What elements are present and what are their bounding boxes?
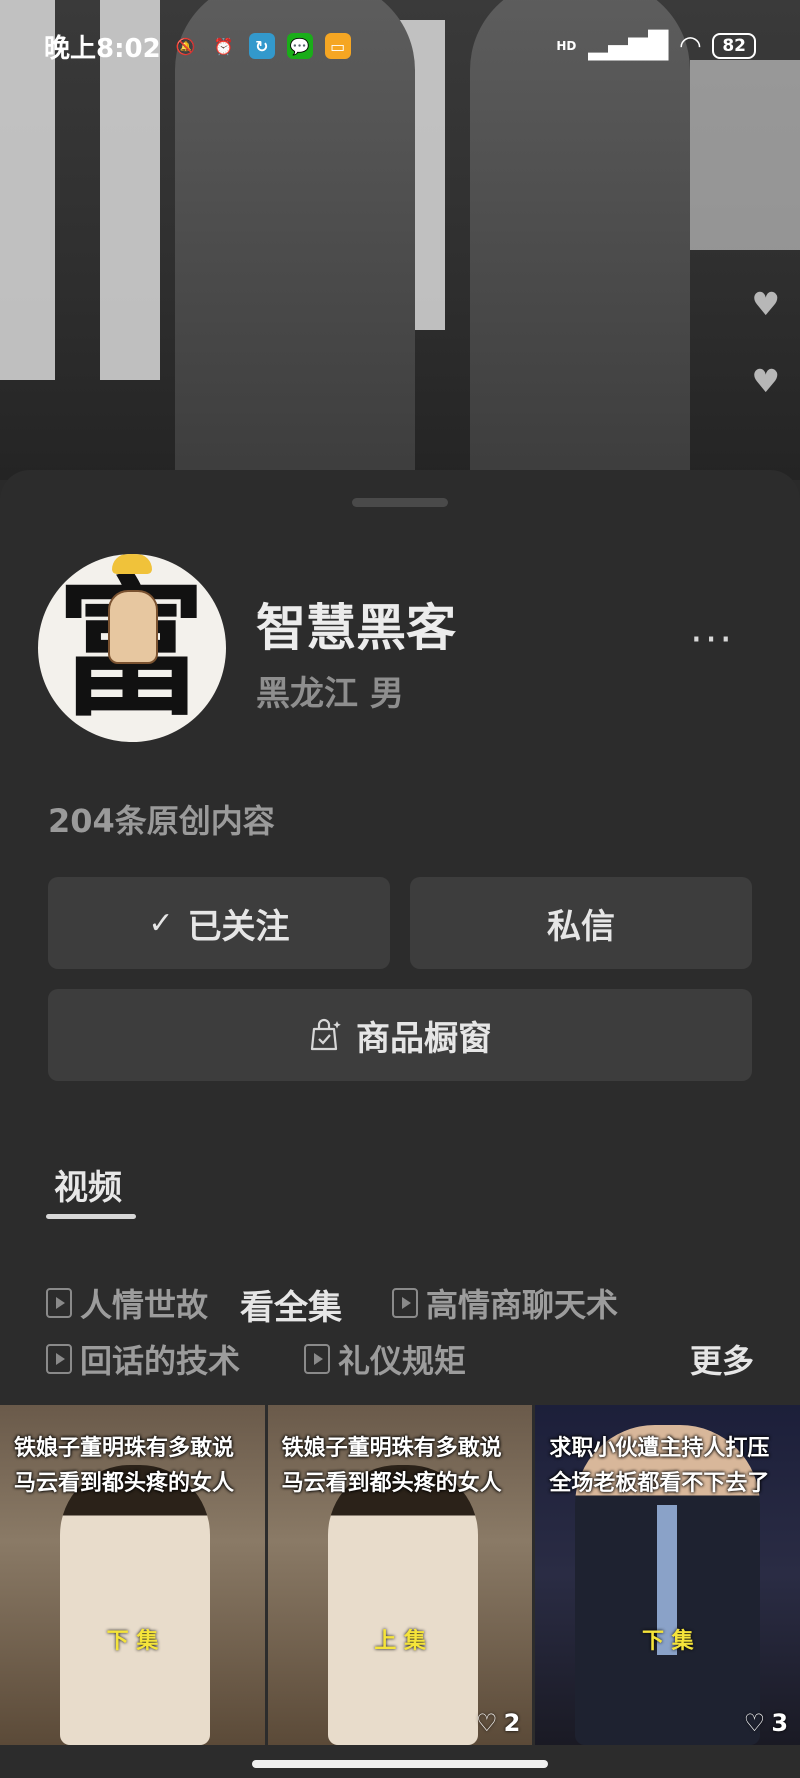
avatar[interactable]: 富 [38,554,226,742]
video-episode-tag: 下 集 [642,1629,694,1654]
video-title: 铁娘子董明珠有多敢说马云看到都头疼的女人 [14,1436,235,1496]
video-title: 铁娘子董明珠有多敢说马云看到都头疼的女人 [281,1436,502,1496]
gold-ingot-icon [112,554,152,574]
heart-outline-icon: ♡ [743,1709,766,1737]
video-thumbnail[interactable]: 铁娘子董明珠有多敢说马云看到都头疼的女人 上 集 ♡ 2 [267,1405,533,1745]
collection-item[interactable]: 高情商聊天术 [392,1280,618,1326]
profile-name: 智慧黑客 [256,599,456,657]
video-grid: 铁娘子董明珠有多敢说马云看到都头疼的女人 下 集 铁娘子董明珠有多敢说马云看到都… [0,1405,800,1745]
collection-item[interactable]: 礼仪规矩 [304,1336,466,1382]
followed-button[interactable]: ✓ 已关注 [48,877,390,969]
avatar-figure [108,590,158,664]
status-right: HD ▂▄▆█ ◠ 82 [556,31,756,61]
like-count: ♡ 2 [476,1709,520,1737]
like-count: ♡ 3 [744,1709,788,1737]
like-count-value: 3 [771,1709,789,1737]
playlist-icon [304,1344,330,1374]
network-badge: HD [556,39,577,53]
like-count-value: 2 [503,1709,521,1737]
status-bar: 晚上8:02 🔕 ⏰ ↻ 💬 ▭ HD ▂▄▆█ ◠ 82 [0,0,800,92]
status-time: 晚上8:02 [44,33,161,64]
shopping-bag-icon [308,1018,342,1052]
heart-icon[interactable]: ♥ [751,285,780,323]
original-content-count: 204条原创内容 [48,802,275,840]
wifi-icon: ◠ [680,31,701,61]
video-episode-tag: 上 集 [374,1629,426,1654]
collection-label: 回话的技术 [80,1342,241,1380]
heart-icon[interactable]: ♥ [751,362,780,400]
followed-label: 已关注 [187,906,290,947]
alarm-icon: ⏰ [213,36,234,56]
app-icon: ↻ [248,33,275,59]
check-icon: ✓ [148,905,174,941]
tab-video[interactable]: 视频 [54,1160,122,1209]
drag-handle[interactable] [352,498,448,507]
signal-icon: ▂▄▆█ [588,31,669,61]
more-options-icon[interactable]: ··· [690,620,734,660]
video-episode-tag: 下 集 [106,1629,159,1654]
profile-location-gender: 黑龙江 男 [256,674,404,714]
message-button[interactable]: 私信 [410,877,752,969]
collection-label: 高情商聊天术 [426,1286,619,1324]
collection-label: 礼仪规矩 [338,1342,467,1380]
battery-icon: 82 [712,33,756,59]
playlist-icon [392,1288,418,1318]
playlist-icon [46,1288,72,1318]
see-all-link[interactable]: 看全集 [240,1280,342,1329]
shop-window-label: 商品橱窗 [356,1018,492,1059]
status-left: 晚上8:02 🔕 ⏰ ↻ 💬 ▭ [44,28,351,65]
more-collections-link[interactable]: 更多 [690,1336,754,1382]
mute-icon: 🔕 [175,36,196,56]
thumbnail-image [327,1465,478,1745]
playlist-icon [46,1344,72,1374]
collection-item[interactable]: 人情世故 [46,1280,208,1326]
video-thumbnail[interactable]: 求职小伙遭主持人打压全场老板都看不下去了 下 集 ♡ 3 [535,1405,800,1745]
tab-active-indicator [46,1214,136,1219]
video-title: 求职小伙遭主持人打压全场老板都看不下去了 [549,1436,770,1496]
collection-item[interactable]: 回话的技术 [46,1336,240,1382]
thumbnail-image [60,1465,210,1745]
heart-outline-icon: ♡ [476,1709,498,1737]
home-indicator[interactable] [252,1760,548,1768]
collection-label: 人情世故 [80,1286,209,1324]
video-thumbnail[interactable]: 铁娘子董明珠有多敢说马云看到都头疼的女人 下 集 [0,1405,265,1745]
wechat-icon: 💬 [286,33,313,59]
message-icon: ▭ [324,33,351,59]
message-label: 私信 [547,906,615,947]
shop-window-button[interactable]: 商品橱窗 [48,989,752,1081]
